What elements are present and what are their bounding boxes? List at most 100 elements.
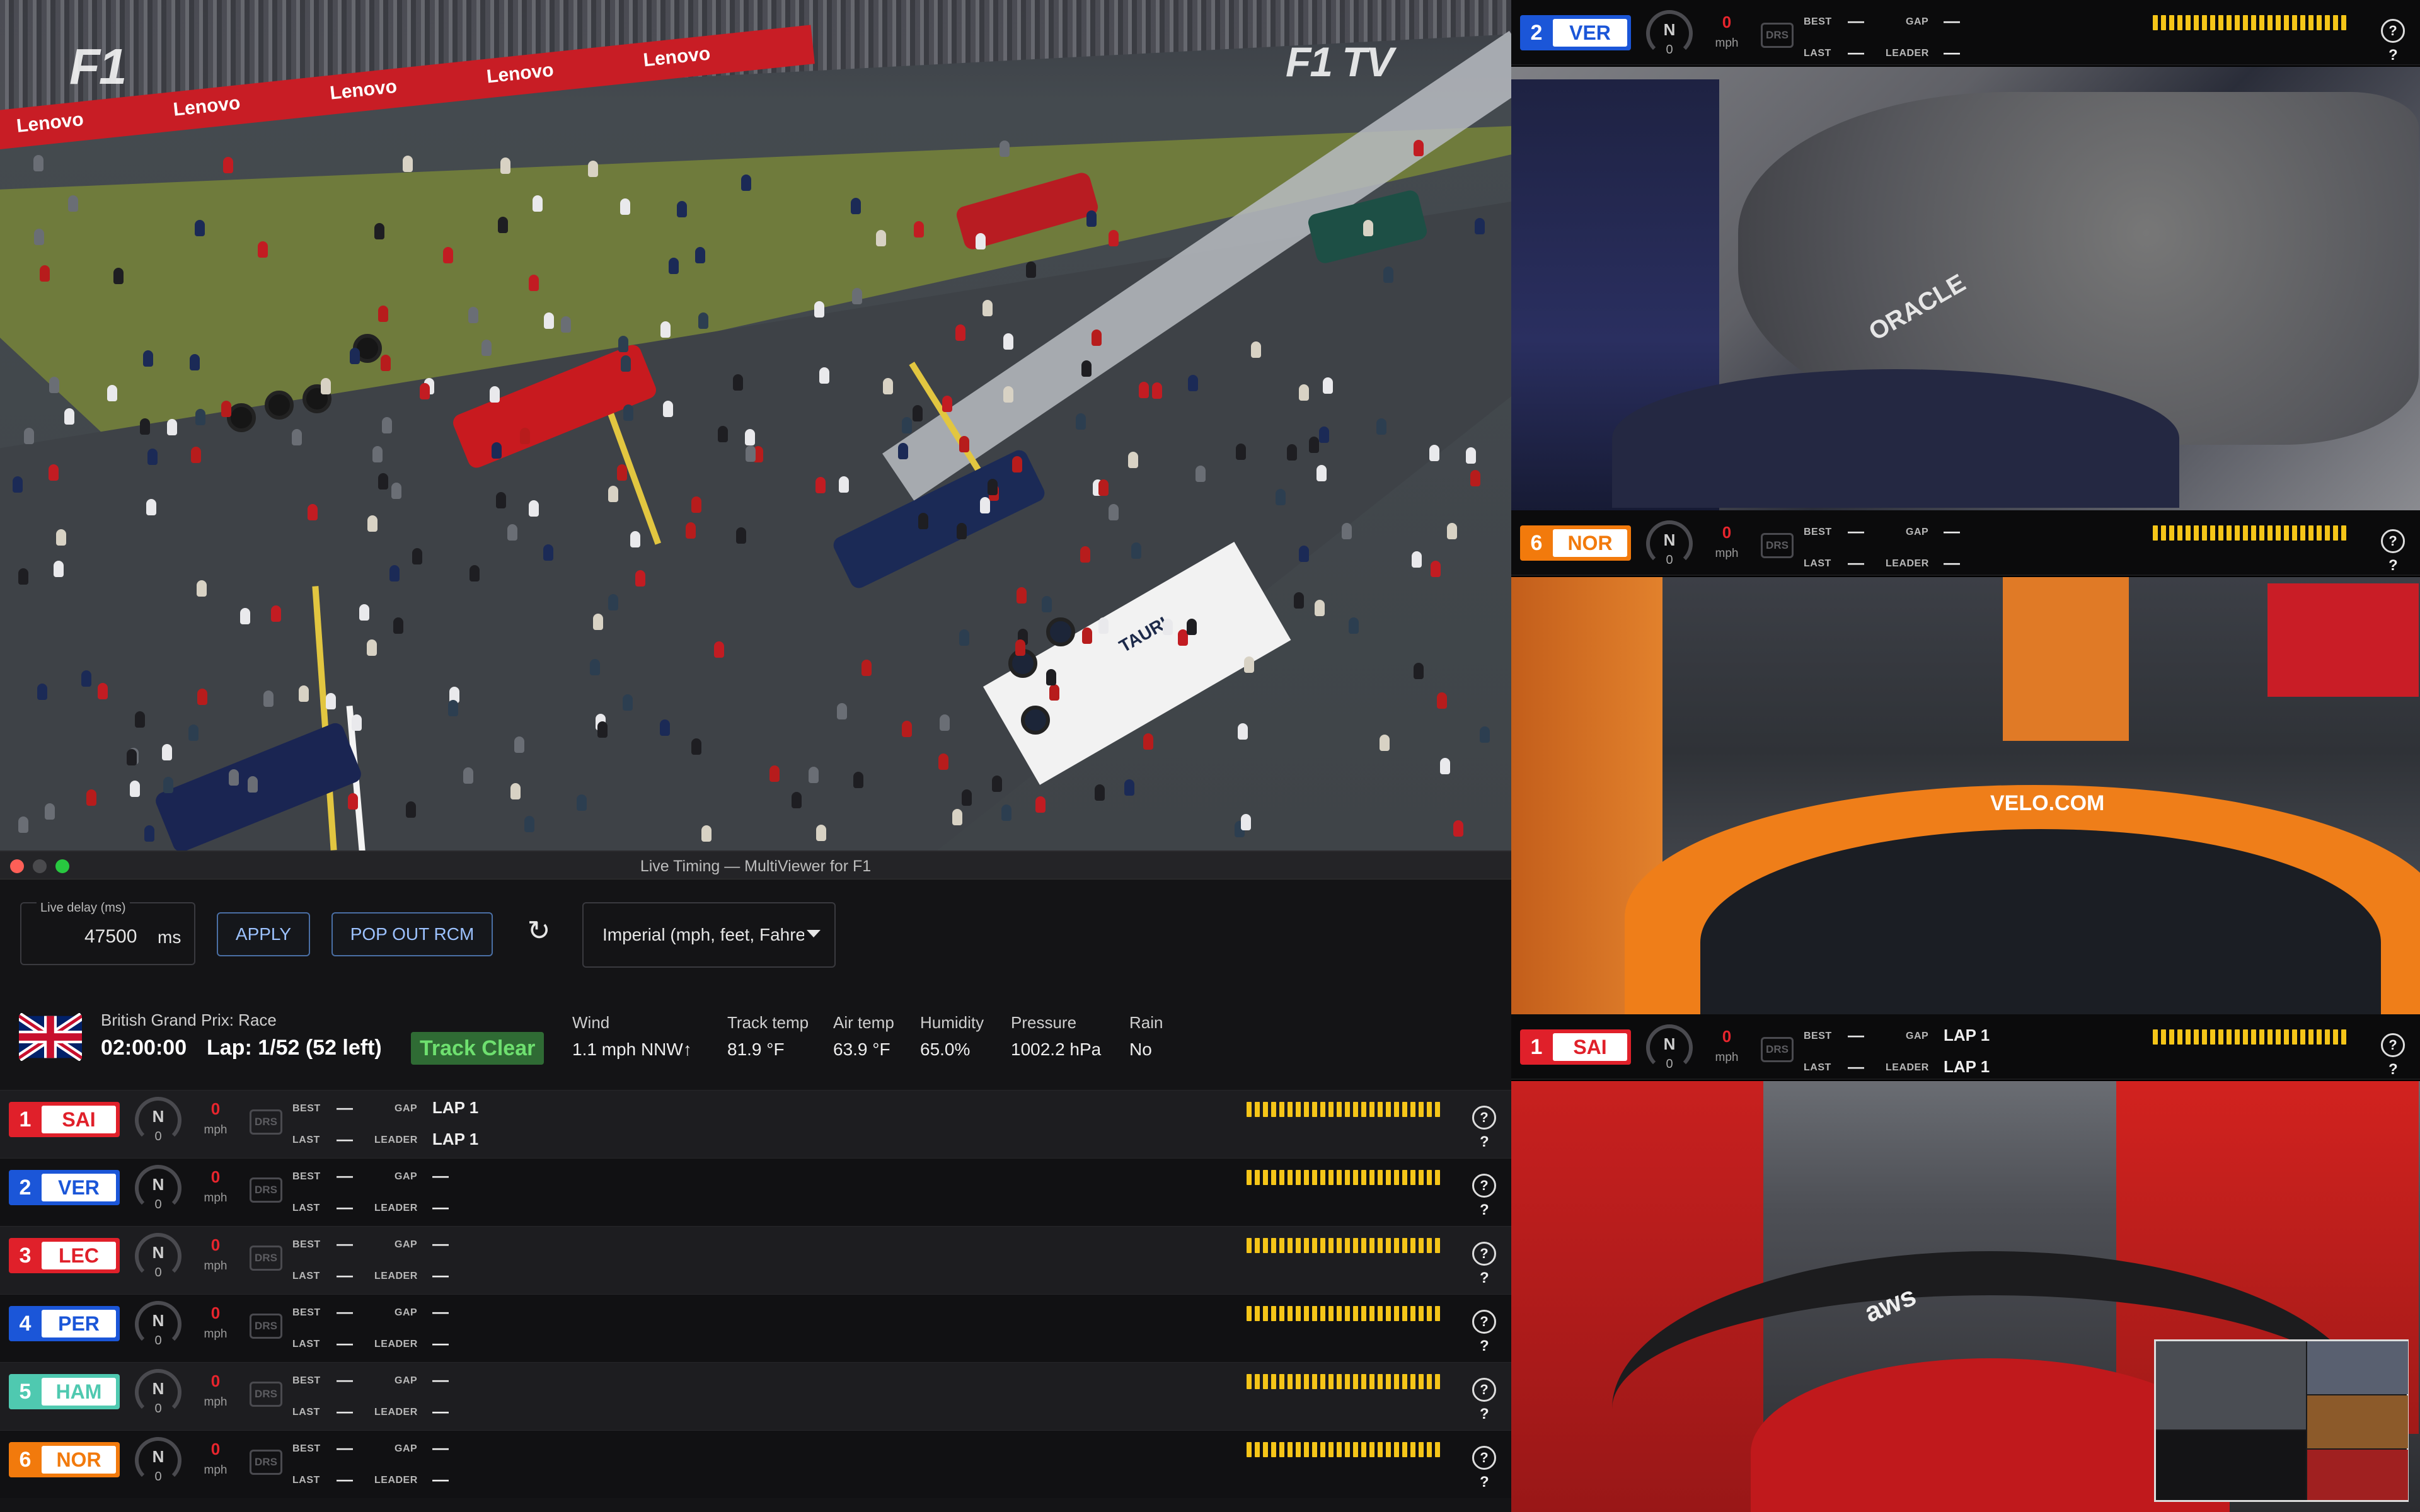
minisector	[2317, 15, 2322, 30]
tyre-compound-icon[interactable]: ?	[1472, 1310, 1496, 1334]
driver-position: 1	[1530, 1034, 1543, 1059]
minisector	[1263, 1442, 1268, 1457]
driver-row[interactable]: 6 NOR N 0 0 mph DRS BEST — LAST — GAP — LEADER —??	[0, 1430, 1511, 1498]
minisector	[1369, 1238, 1374, 1253]
person	[1341, 522, 1352, 539]
uk-flag-icon	[19, 1013, 82, 1061]
interval-to-leader: —	[432, 1266, 449, 1285]
picture-in-picture-thumbnail[interactable]	[2154, 1339, 2409, 1502]
onboard-feed-sai[interactable]: aws 1 SAI N 0 0 mph DRS BEST — LAST — GAP LAP 1 LEADE…	[1511, 1014, 2420, 1512]
person	[1466, 447, 1477, 464]
driver-badge[interactable]: 6 NOR	[1520, 525, 1631, 561]
person	[1163, 619, 1173, 636]
minisector	[1296, 1238, 1301, 1253]
tyre-compound-icon[interactable]: ?	[2381, 1033, 2405, 1057]
minisector	[2284, 1029, 2289, 1045]
minisector	[1247, 1170, 1252, 1185]
main-video-feed[interactable]: Lenovo Lenovo Lenovo Lenovo Lenovo TAURI…	[0, 0, 1511, 850]
person	[938, 753, 949, 770]
minisector	[2202, 1029, 2207, 1045]
refresh-icon[interactable]: ↻	[523, 915, 555, 953]
onboard-feed-ver[interactable]: ORACLE 2 VER N 0 0 mph DRS BEST — LAST — GAP — LEADER…	[1511, 0, 2420, 510]
driver-row[interactable]: 2 VER N 0 0 mph DRS BEST — LAST — GAP — LEADER —??	[0, 1158, 1511, 1226]
driver-code: NOR	[1553, 529, 1627, 557]
driver-badge[interactable]: 1 SAI	[1520, 1029, 1631, 1065]
driver-badge[interactable]: 2 VER	[9, 1170, 120, 1205]
tyre-compound-icon[interactable]: ?	[1472, 1106, 1496, 1130]
person	[463, 767, 473, 784]
person	[113, 267, 124, 284]
person	[791, 792, 802, 809]
driver-row[interactable]: 1 SAI N 0 0 mph DRS BEST — LAST — GAP LAP 1 LEADER LAP…	[0, 1090, 1511, 1158]
pop-out-rcm-button[interactable]: POP OUT RCM	[331, 912, 493, 956]
person	[623, 404, 634, 421]
minisector	[1288, 1238, 1293, 1253]
minisector	[1296, 1442, 1301, 1457]
minisector	[1255, 1238, 1260, 1253]
person	[195, 220, 205, 237]
person	[685, 522, 696, 539]
minisector	[1247, 1306, 1252, 1321]
person	[469, 565, 480, 582]
minisector	[1435, 1374, 1440, 1389]
minisector	[1361, 1374, 1366, 1389]
units-select[interactable]: Imperial (mph, feet, Fahre	[582, 902, 836, 968]
minisector	[2243, 1029, 2248, 1045]
person	[496, 492, 507, 509]
driver-badge[interactable]: 5 HAM	[9, 1374, 120, 1409]
minisector	[2153, 15, 2158, 30]
driver-row[interactable]: 3 LEC N 0 0 mph DRS BEST — LAST — GAP — LEADER —??	[0, 1226, 1511, 1294]
person	[55, 529, 66, 546]
tyre-compound-icon[interactable]: ?	[1472, 1378, 1496, 1402]
person	[809, 766, 819, 783]
minisector	[1353, 1238, 1358, 1253]
person	[975, 232, 986, 249]
person	[18, 568, 28, 585]
minisector	[1320, 1170, 1325, 1185]
tyre-compound-icon[interactable]: ?	[1472, 1446, 1496, 1470]
person	[1363, 219, 1373, 236]
tyre-compound-icon[interactable]: ?	[1472, 1242, 1496, 1266]
minisector	[1394, 1238, 1399, 1253]
minisector	[1386, 1170, 1391, 1185]
person	[86, 789, 97, 806]
gap-label: GAP	[1906, 16, 1929, 27]
onboard-feed-nor[interactable]: VELO.COM 6 NOR N 0 0 mph DRS BEST — LAST — GAP — LEAD…	[1511, 510, 2420, 1014]
best-label: BEST	[292, 1103, 321, 1114]
driver-badge[interactable]: 4 PER	[9, 1306, 120, 1341]
minisector	[1263, 1374, 1268, 1389]
tyre-compound-icon[interactable]: ?	[2381, 529, 2405, 553]
tyre-compound-icon[interactable]: ?	[1472, 1174, 1496, 1198]
person	[543, 544, 553, 561]
person	[524, 816, 534, 833]
person	[561, 316, 572, 333]
driver-row[interactable]: 4 PER N 0 0 mph DRS BEST — LAST — GAP — LEADER —??	[0, 1294, 1511, 1362]
minisector	[1435, 1238, 1440, 1253]
weather-value: 81.9 °F	[727, 1040, 785, 1059]
driver-badge[interactable]: 3 LEC	[9, 1238, 120, 1273]
window-titlebar[interactable]: Live Timing — MultiViewer for F1	[0, 852, 1511, 879]
minisector	[2186, 525, 2191, 541]
person	[498, 216, 509, 233]
minisector	[2333, 1029, 2338, 1045]
driver-badge[interactable]: 1 SAI	[9, 1102, 120, 1137]
driver-badge[interactable]: 2 VER	[1520, 15, 1631, 50]
apply-button[interactable]: APPLY	[217, 912, 310, 956]
person	[1299, 546, 1310, 563]
minisector	[1353, 1442, 1358, 1457]
minisector	[1288, 1374, 1293, 1389]
minisector	[1312, 1306, 1317, 1321]
person	[1086, 210, 1097, 227]
driver-row[interactable]: 5 HAM N 0 0 mph DRS BEST — LAST — GAP — LEADER —??	[0, 1362, 1511, 1430]
live-delay-value[interactable]: 47500	[84, 926, 137, 948]
minisector	[1378, 1170, 1383, 1185]
tyre-compound-icon[interactable]: ?	[2381, 19, 2405, 43]
live-delay-field[interactable]: Live delay (ms) 47500 ms	[20, 901, 195, 965]
driver-badge[interactable]: 6 NOR	[9, 1442, 120, 1477]
person	[291, 429, 302, 446]
onboard-camera-scene: VELO.COM	[1511, 577, 2420, 1014]
person	[54, 560, 64, 577]
minisector	[2325, 15, 2330, 30]
minisector	[1337, 1170, 1342, 1185]
thumb-timing	[2156, 1431, 2306, 1500]
